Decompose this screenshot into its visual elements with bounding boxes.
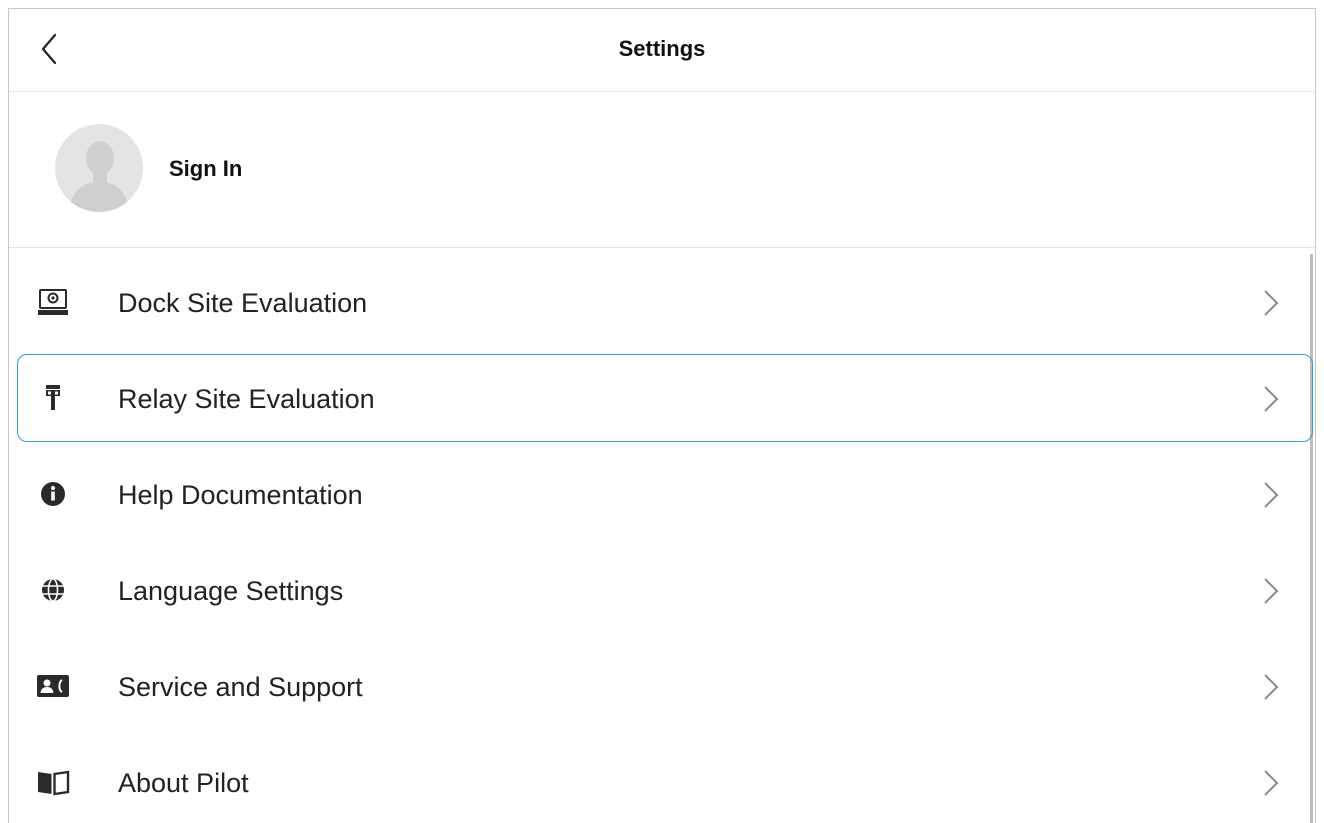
settings-window: Settings Sign In Dock Site Evaluation Re… xyxy=(8,8,1316,823)
menu-item-label: Service and Support xyxy=(118,672,363,702)
page-title: Settings xyxy=(618,36,706,61)
menu-item-label: Help Documentation xyxy=(118,480,363,510)
menu-item-label: Dock Site Evaluation xyxy=(118,288,368,318)
top-bar: Settings xyxy=(9,9,1315,92)
chevron-right-icon xyxy=(1261,384,1281,414)
chevron-right-icon xyxy=(1261,480,1281,510)
menu-item-label: About Pilot xyxy=(118,768,249,798)
globe-icon xyxy=(35,574,71,606)
sign-in-row[interactable]: Sign In xyxy=(9,92,1315,248)
menu-item-relay-site-evaluation[interactable]: Relay Site Evaluation xyxy=(9,350,1315,446)
book-icon xyxy=(35,766,71,798)
info-icon xyxy=(35,478,71,510)
user-silhouette-icon xyxy=(69,141,129,212)
chevron-right-icon xyxy=(1261,672,1281,702)
menu-item-help-documentation[interactable]: Help Documentation xyxy=(9,446,1315,542)
settings-menu: Dock Site Evaluation Relay Site Evaluati… xyxy=(9,254,1315,823)
chevron-right-icon xyxy=(1261,768,1281,798)
menu-item-service-and-support[interactable]: Service and Support xyxy=(9,638,1315,734)
chevron-right-icon xyxy=(1261,288,1281,318)
contact-card-icon xyxy=(35,670,71,702)
menu-item-dock-site-evaluation[interactable]: Dock Site Evaluation xyxy=(9,254,1315,350)
relay-antenna-icon xyxy=(35,382,71,414)
sign-in-label: Sign In xyxy=(169,156,243,181)
menu-item-about-pilot[interactable]: About Pilot xyxy=(9,734,1315,823)
dock-camera-icon xyxy=(35,286,71,318)
avatar xyxy=(55,124,143,212)
menu-item-language-settings[interactable]: Language Settings xyxy=(9,542,1315,638)
menu-item-label: Relay Site Evaluation xyxy=(118,384,375,414)
chevron-right-icon xyxy=(1261,576,1281,606)
menu-item-label: Language Settings xyxy=(118,576,344,606)
